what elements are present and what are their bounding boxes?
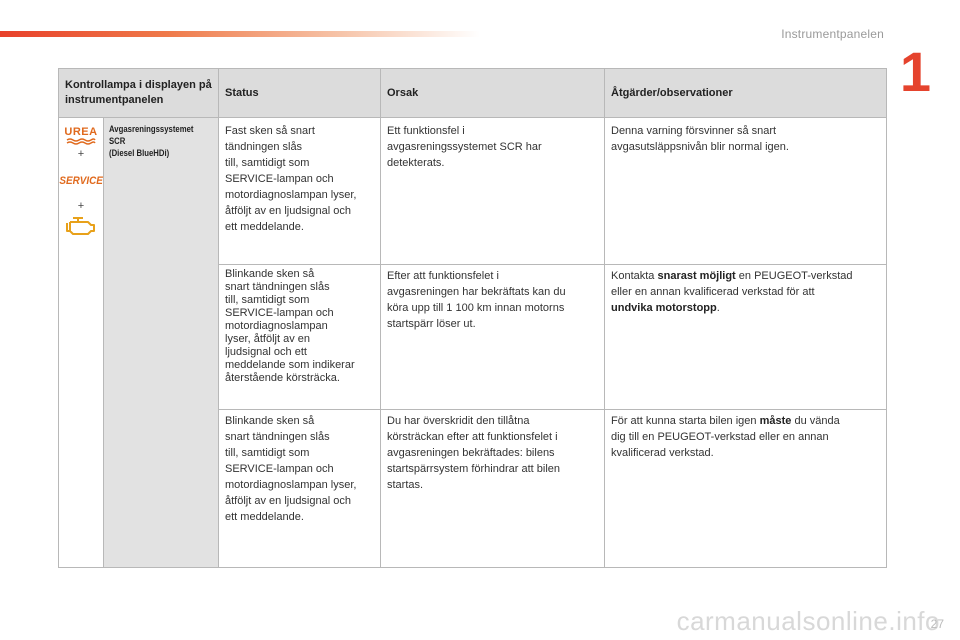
watermark-text: carmanualsonline.info bbox=[676, 606, 940, 636]
status-cell: Blinkande sken så snart tändningen slås … bbox=[218, 263, 381, 410]
column-header-cause: Orsak bbox=[380, 68, 605, 118]
chapter-color-bar bbox=[0, 31, 480, 37]
column-header-lamp: Kontrollampa i displayen på instrumentpa… bbox=[58, 68, 219, 118]
emphasis-text: måste bbox=[759, 414, 792, 427]
chapter-number: 1 bbox=[899, 40, 931, 103]
system-name-cell: Avgasreningssystemet SCR (Diesel BlueHDi… bbox=[103, 117, 219, 568]
emphasis-text: undvika motorstopp bbox=[611, 301, 717, 314]
action-cell: För att kunna starta bilen igen måste du… bbox=[604, 408, 887, 569]
emphasis-text: snarast möjligt bbox=[657, 269, 736, 282]
plus-sign: + bbox=[77, 200, 85, 212]
warning-lamp-table: Kontrollampa i displayen på instrumentpa… bbox=[58, 68, 887, 569]
cause-cell: Efter att funktionsfelet i avgasreningen… bbox=[380, 263, 605, 410]
urea-wave-icon bbox=[66, 138, 96, 145]
page-number: 27 bbox=[930, 617, 944, 631]
cause-cell: Ett funktionsfel i avgasreningssystemet … bbox=[380, 117, 605, 265]
system-name-line: SCR bbox=[109, 136, 126, 146]
system-name-line: (Diesel BlueHDi) bbox=[109, 148, 170, 158]
action-cell: Denna varning försvinner så snart avgasu… bbox=[604, 117, 887, 265]
urea-warning-icon: UREA bbox=[64, 126, 98, 138]
system-name-line: Avgasreningssystemet bbox=[109, 124, 194, 134]
column-header-action: Åtgärder/observationer bbox=[604, 68, 887, 118]
plus-sign: + bbox=[77, 148, 85, 160]
section-title: Instrumentpanelen bbox=[781, 27, 884, 41]
service-warning-icon: SERVICE bbox=[59, 175, 103, 187]
engine-check-icon bbox=[66, 217, 95, 235]
table-row: UREA + SERVICE + Avgasreningssystemet SC… bbox=[58, 117, 887, 568]
column-header-status: Status bbox=[218, 68, 381, 118]
table-header-row: Kontrollampa i displayen på instrumentpa… bbox=[58, 68, 887, 118]
status-cell: Blinkande sken så snart tändningen slås … bbox=[218, 408, 381, 569]
action-cell: Kontakta snarast möjligt en PEUGEOT-verk… bbox=[604, 263, 887, 410]
cause-cell: Du har överskridit den tillåtna körsträc… bbox=[380, 408, 605, 569]
status-cell: Fast sken så snart tändningen slås till,… bbox=[218, 117, 381, 265]
lamp-icons-cell: UREA + SERVICE + bbox=[58, 117, 104, 568]
